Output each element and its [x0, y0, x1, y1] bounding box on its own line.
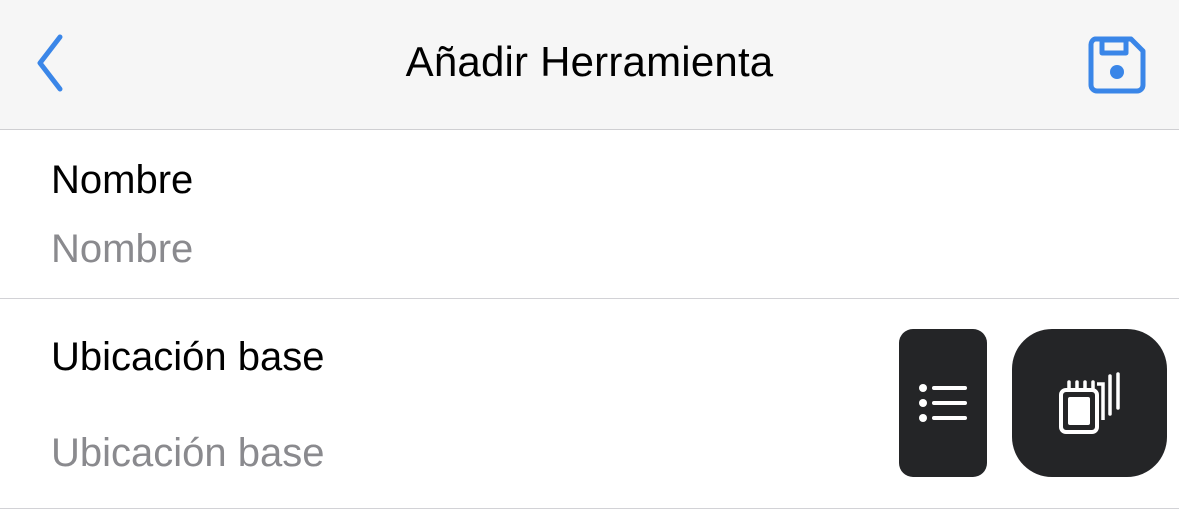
base-location-input[interactable] [51, 431, 851, 476]
cards-button[interactable] [1012, 329, 1167, 477]
page-title: Añadir Herramienta [405, 38, 774, 85]
list-icon [919, 384, 967, 422]
cards-stack-icon [1058, 372, 1120, 434]
base-location-field-label: Ubicación base [51, 335, 325, 379]
floppy-disk-icon [1088, 36, 1146, 94]
navigation-bar: Añadir Herramienta [0, 0, 1179, 130]
name-input[interactable] [51, 227, 851, 272]
save-button[interactable] [1082, 30, 1152, 100]
name-field-label: Nombre [51, 158, 194, 202]
name-field: Nombre [0, 130, 1179, 299]
base-location-field: Ubicación base [0, 299, 1179, 509]
list-button[interactable] [899, 329, 987, 477]
